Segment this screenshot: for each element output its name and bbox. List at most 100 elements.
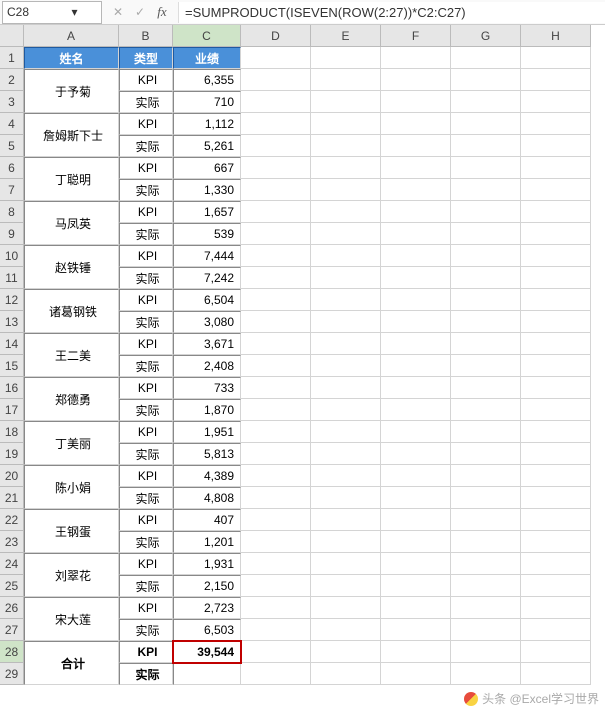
cell-empty[interactable] — [451, 245, 521, 267]
cell-empty[interactable] — [241, 377, 311, 399]
type-cell-kpi[interactable]: KPI — [119, 333, 173, 355]
row-header-5[interactable]: 5 — [0, 135, 24, 157]
cell-empty[interactable] — [451, 69, 521, 91]
cell-empty[interactable] — [451, 113, 521, 135]
row-header-26[interactable]: 26 — [0, 597, 24, 619]
name-cell[interactable]: 丁聪明 — [24, 157, 119, 201]
row-header-22[interactable]: 22 — [0, 509, 24, 531]
cell-empty[interactable] — [311, 333, 381, 355]
select-all-corner[interactable] — [0, 25, 24, 47]
cell-empty[interactable] — [521, 421, 591, 443]
type-cell-actual[interactable]: 实际 — [119, 267, 173, 289]
cell-empty[interactable] — [311, 443, 381, 465]
cell-empty[interactable] — [451, 509, 521, 531]
cell-empty[interactable] — [241, 157, 311, 179]
table-header-A[interactable]: 姓名 — [24, 47, 119, 69]
name-cell[interactable]: 王二美 — [24, 333, 119, 377]
cell-empty[interactable] — [311, 135, 381, 157]
cell-empty[interactable] — [381, 487, 451, 509]
row-header-2[interactable]: 2 — [0, 69, 24, 91]
cell-empty[interactable] — [521, 377, 591, 399]
cell-empty[interactable] — [241, 311, 311, 333]
cell-empty[interactable] — [311, 69, 381, 91]
row-header-11[interactable]: 11 — [0, 267, 24, 289]
name-cell[interactable]: 郑德勇 — [24, 377, 119, 421]
cell-empty[interactable] — [241, 663, 311, 685]
table-header-C[interactable]: 业绩 — [173, 47, 241, 69]
name-cell[interactable]: 诸葛钢铁 — [24, 289, 119, 333]
col-header-E[interactable]: E — [311, 25, 381, 47]
cell-empty[interactable] — [241, 113, 311, 135]
cell-empty[interactable] — [241, 531, 311, 553]
row-header-18[interactable]: 18 — [0, 421, 24, 443]
total-type-actual[interactable]: 实际 — [119, 663, 173, 685]
cell-empty[interactable] — [451, 223, 521, 245]
cell-empty[interactable] — [451, 333, 521, 355]
row-header-20[interactable]: 20 — [0, 465, 24, 487]
cell-empty[interactable] — [381, 575, 451, 597]
cell-empty[interactable] — [381, 355, 451, 377]
row-header-1[interactable]: 1 — [0, 47, 24, 69]
cell-empty[interactable] — [521, 223, 591, 245]
value-cell[interactable]: 5,261 — [173, 135, 241, 157]
cell-empty[interactable] — [451, 91, 521, 113]
cell-empty[interactable] — [451, 399, 521, 421]
name-box[interactable]: C28 ▾ — [2, 1, 102, 24]
name-cell[interactable]: 刘翠花 — [24, 553, 119, 597]
type-cell-kpi[interactable]: KPI — [119, 509, 173, 531]
value-cell[interactable]: 2,408 — [173, 355, 241, 377]
cell-empty[interactable] — [521, 597, 591, 619]
cell-empty[interactable] — [521, 311, 591, 333]
value-cell[interactable]: 2,150 — [173, 575, 241, 597]
name-cell[interactable]: 于予菊 — [24, 69, 119, 113]
cell-empty[interactable] — [381, 223, 451, 245]
cell-empty[interactable] — [451, 355, 521, 377]
row-header-6[interactable]: 6 — [0, 157, 24, 179]
cell-empty[interactable] — [451, 421, 521, 443]
value-cell[interactable]: 1,657 — [173, 201, 241, 223]
cell-empty[interactable] — [311, 597, 381, 619]
cell-empty[interactable] — [311, 663, 381, 685]
confirm-icon[interactable]: ✓ — [132, 5, 148, 19]
cell-empty[interactable] — [311, 289, 381, 311]
cell-empty[interactable] — [521, 553, 591, 575]
cell-empty[interactable] — [311, 201, 381, 223]
cell-empty[interactable] — [381, 69, 451, 91]
total-name-cell[interactable]: 合计 — [24, 641, 119, 685]
cell-empty[interactable] — [381, 509, 451, 531]
cell-empty[interactable] — [241, 619, 311, 641]
value-cell[interactable]: 539 — [173, 223, 241, 245]
type-cell-kpi[interactable]: KPI — [119, 157, 173, 179]
cell-empty[interactable] — [381, 641, 451, 663]
cell-empty[interactable] — [241, 267, 311, 289]
type-cell-actual[interactable]: 实际 — [119, 91, 173, 113]
type-cell-kpi[interactable]: KPI — [119, 289, 173, 311]
row-header-9[interactable]: 9 — [0, 223, 24, 245]
cell-empty[interactable] — [521, 91, 591, 113]
cell-empty[interactable] — [311, 245, 381, 267]
cell-empty[interactable] — [451, 663, 521, 685]
row-header-23[interactable]: 23 — [0, 531, 24, 553]
type-cell-actual[interactable]: 实际 — [119, 355, 173, 377]
cell-empty[interactable] — [521, 619, 591, 641]
col-header-D[interactable]: D — [241, 25, 311, 47]
cell-empty[interactable] — [381, 553, 451, 575]
cell-empty[interactable] — [381, 135, 451, 157]
cell-empty[interactable] — [311, 465, 381, 487]
cell-empty[interactable] — [241, 91, 311, 113]
type-cell-actual[interactable]: 实际 — [119, 575, 173, 597]
type-cell-actual[interactable]: 实际 — [119, 223, 173, 245]
type-cell-kpi[interactable]: KPI — [119, 465, 173, 487]
value-cell[interactable]: 4,808 — [173, 487, 241, 509]
fx-icon[interactable]: fx — [154, 4, 170, 20]
cell-empty[interactable] — [521, 575, 591, 597]
cell-empty[interactable] — [311, 421, 381, 443]
name-cell[interactable]: 陈小娟 — [24, 465, 119, 509]
cell-empty[interactable] — [241, 465, 311, 487]
col-header-C[interactable]: C — [173, 25, 241, 47]
cell-empty[interactable] — [311, 157, 381, 179]
row-header-25[interactable]: 25 — [0, 575, 24, 597]
type-cell-kpi[interactable]: KPI — [119, 113, 173, 135]
type-cell-actual[interactable]: 实际 — [119, 443, 173, 465]
cell-empty[interactable] — [521, 135, 591, 157]
